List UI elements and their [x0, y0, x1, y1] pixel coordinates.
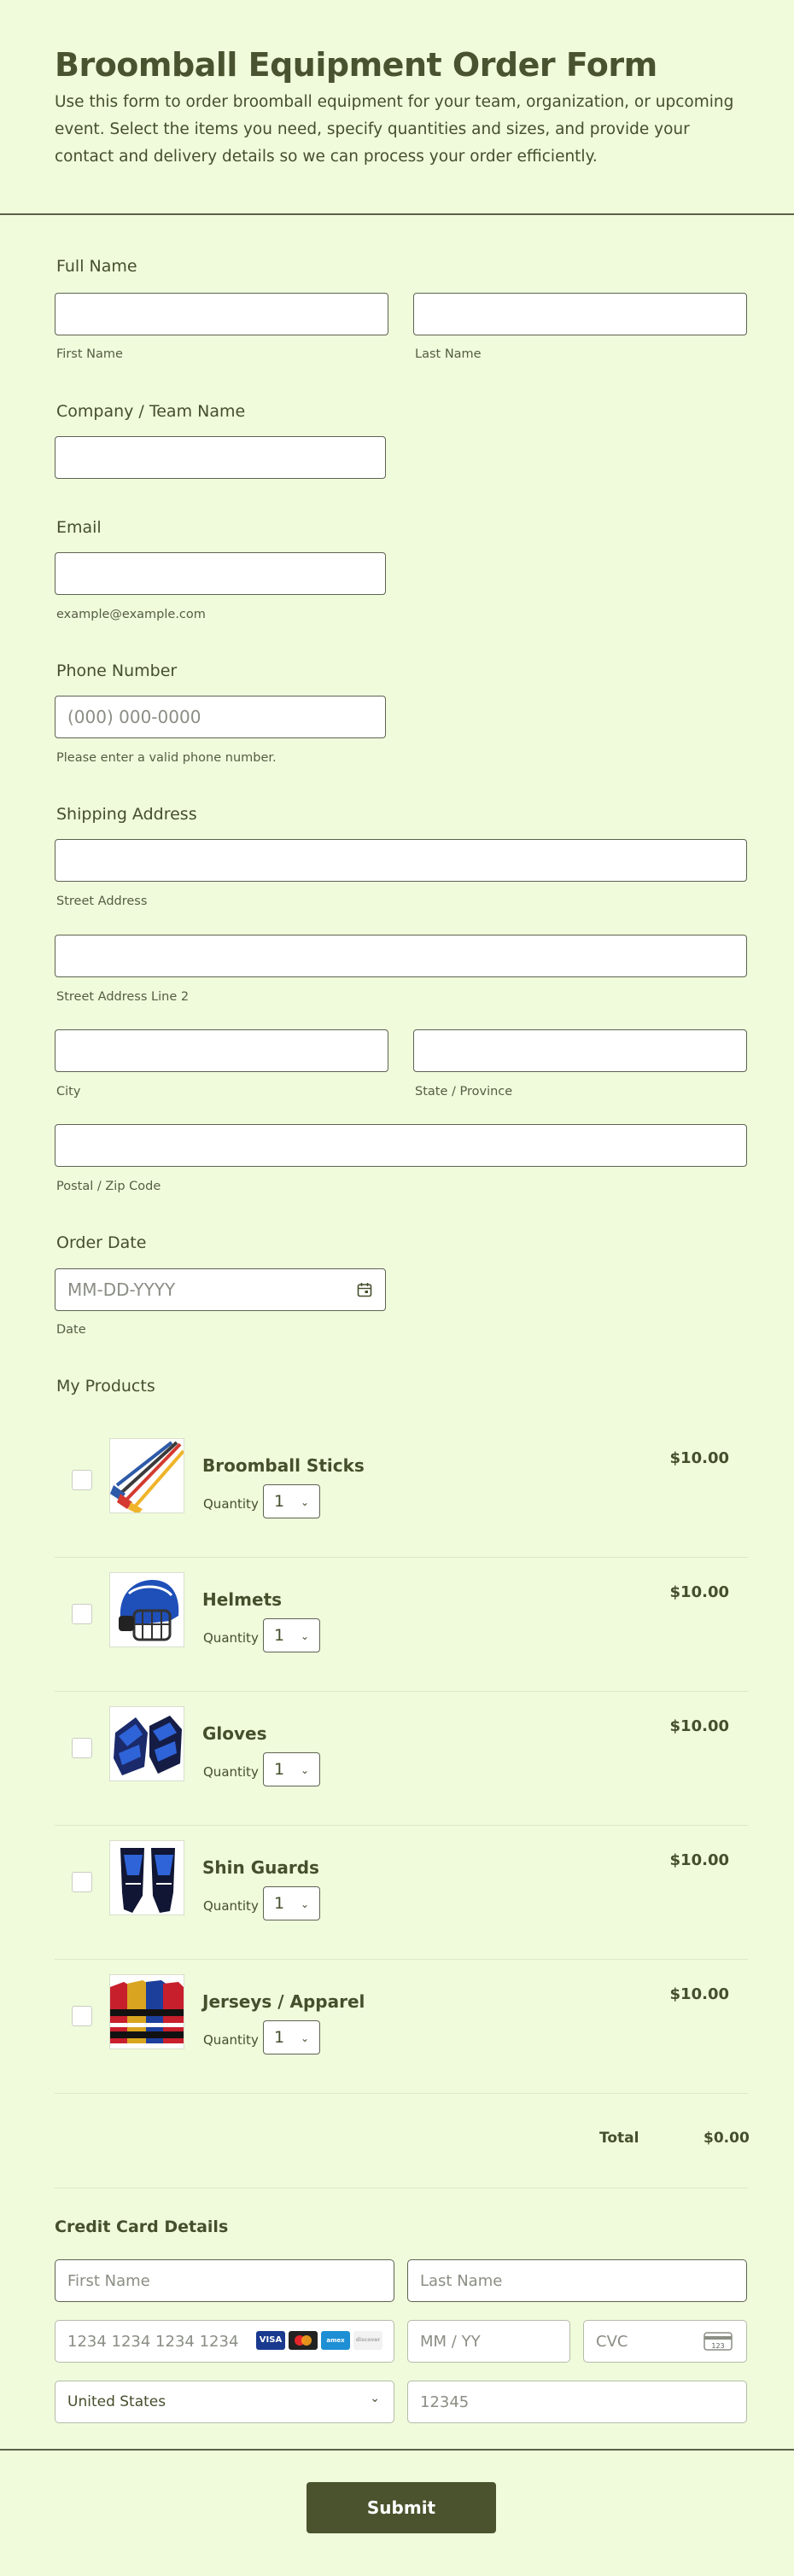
- full-name-label: Full Name: [56, 257, 137, 276]
- chevron-down-icon: ⌄: [300, 1898, 309, 1910]
- postal-code-sublabel: Postal / Zip Code: [56, 1180, 161, 1193]
- state-input[interactable]: [413, 1029, 747, 1072]
- product-price: $10.00: [669, 1449, 729, 1467]
- product-price: $10.00: [669, 1851, 729, 1869]
- postal-code-input[interactable]: [55, 1124, 747, 1167]
- quantity-select[interactable]: 1 ⌄: [263, 1886, 320, 1920]
- products-label: My Products: [56, 1377, 155, 1396]
- cvc-card-icon: 123: [704, 2332, 733, 2351]
- quantity-select[interactable]: 1 ⌄: [263, 1752, 320, 1786]
- street-address-input[interactable]: [55, 839, 747, 882]
- product-checkbox[interactable]: [72, 1604, 92, 1624]
- city-sublabel: City: [56, 1085, 81, 1099]
- shin-guards-image: [109, 1840, 184, 1915]
- product-price: $10.00: [669, 1583, 729, 1601]
- calendar-icon[interactable]: [357, 1282, 372, 1297]
- jerseys-image: [109, 1974, 184, 2049]
- quantity-value: 1: [274, 1492, 285, 1511]
- quantity-value: 1: [274, 1894, 285, 1913]
- total-value: $0.00: [704, 2130, 750, 2147]
- credit-card-heading: Credit Card Details: [55, 2218, 229, 2236]
- cc-first-name-input[interactable]: [55, 2259, 394, 2302]
- city-input[interactable]: [55, 1029, 388, 1072]
- address-label: Shipping Address: [56, 805, 197, 824]
- quantity-select[interactable]: 1 ⌄: [263, 1618, 320, 1652]
- quantity-select[interactable]: 1 ⌄: [263, 2020, 320, 2054]
- footer-divider: [0, 2449, 794, 2451]
- phone-sublabel: Please enter a valid phone number.: [56, 751, 277, 765]
- product-price: $10.00: [669, 1717, 729, 1735]
- product-item: Jerseys / Apparel Quantity 1 ⌄ $10.00: [55, 1960, 748, 2094]
- helmet-image: [109, 1572, 184, 1647]
- product-name: Jerseys / Apparel: [202, 1991, 365, 2012]
- visa-icon: VISA: [256, 2331, 285, 2350]
- gloves-image: [109, 1706, 184, 1781]
- broomball-sticks-image: [109, 1438, 184, 1513]
- last-name-input[interactable]: [413, 293, 747, 335]
- order-date-sublabel: Date: [56, 1323, 86, 1337]
- submit-button[interactable]: Submit: [307, 2482, 496, 2533]
- quantity-label: Quantity: [203, 1496, 259, 1512]
- product-checkbox[interactable]: [72, 2006, 92, 2026]
- chevron-down-icon: ⌄: [300, 1764, 309, 1776]
- phone-input[interactable]: [55, 696, 386, 738]
- quantity-label: Quantity: [203, 1764, 259, 1780]
- quantity-label: Quantity: [203, 2032, 259, 2048]
- email-sublabel: example@example.com: [56, 608, 206, 621]
- discover-icon: discover: [353, 2331, 382, 2350]
- quantity-value: 1: [274, 1626, 285, 1645]
- cc-last-name-input[interactable]: [407, 2259, 747, 2302]
- product-item: Gloves Quantity 1 ⌄ $10.00: [55, 1692, 748, 1826]
- header-divider: [0, 213, 794, 215]
- product-checkbox[interactable]: [72, 1738, 92, 1758]
- product-name: Gloves: [202, 1723, 267, 1744]
- phone-label: Phone Number: [56, 661, 178, 680]
- billing-zip-input[interactable]: [407, 2381, 747, 2423]
- street-address-sublabel: Street Address: [56, 895, 148, 908]
- street-address-2-input[interactable]: [55, 935, 747, 977]
- product-name: Broomball Sticks: [202, 1455, 365, 1476]
- quantity-select[interactable]: 1 ⌄: [263, 1484, 320, 1518]
- form-title: Broomball Equipment Order Form: [55, 46, 657, 84]
- first-name-sublabel: First Name: [56, 347, 123, 361]
- street-address-2-sublabel: Street Address Line 2: [56, 990, 190, 1004]
- quantity-value: 1: [274, 1760, 285, 1779]
- chevron-down-icon: ⌄: [300, 1496, 309, 1508]
- order-date-input[interactable]: [55, 1268, 386, 1311]
- chevron-down-icon: ⌄: [300, 2032, 309, 2044]
- form-description: Use this form to order broomball equipme…: [55, 93, 734, 166]
- first-name-input[interactable]: [55, 293, 388, 335]
- chevron-down-icon: ⌄: [370, 2392, 380, 2405]
- chevron-down-icon: ⌄: [300, 1630, 309, 1642]
- svg-text:123: 123: [711, 2342, 724, 2350]
- total-label: Total: [599, 2130, 639, 2147]
- product-item: Broomball Sticks Quantity 1 ⌄ $10.00: [55, 1424, 748, 1558]
- quantity-label: Quantity: [203, 1898, 259, 1914]
- product-price: $10.00: [669, 1985, 729, 2003]
- state-sublabel: State / Province: [415, 1085, 513, 1099]
- last-name-sublabel: Last Name: [415, 347, 482, 361]
- quantity-value: 1: [274, 2028, 285, 2047]
- email-label: Email: [56, 518, 102, 537]
- product-item: Helmets Quantity 1 ⌄ $10.00: [55, 1558, 748, 1692]
- product-checkbox[interactable]: [72, 1470, 92, 1490]
- country-select[interactable]: United States ⌄: [55, 2381, 394, 2423]
- product-name: Shin Guards: [202, 1857, 319, 1878]
- product-name: Helmets: [202, 1589, 283, 1610]
- mastercard-icon: [289, 2331, 318, 2350]
- form-header: Broomball Equipment Order Form Use this …: [55, 44, 746, 171]
- company-input[interactable]: [55, 436, 386, 479]
- product-item: Shin Guards Quantity 1 ⌄ $10.00: [55, 1826, 748, 1960]
- country-value: United States: [67, 2393, 166, 2410]
- amex-icon: amex: [321, 2331, 350, 2350]
- product-checkbox[interactable]: [72, 1872, 92, 1892]
- quantity-label: Quantity: [203, 1630, 259, 1646]
- email-input[interactable]: [55, 552, 386, 595]
- company-label: Company / Team Name: [56, 402, 246, 421]
- order-date-label: Order Date: [56, 1233, 147, 1252]
- expiry-input[interactable]: [407, 2320, 570, 2363]
